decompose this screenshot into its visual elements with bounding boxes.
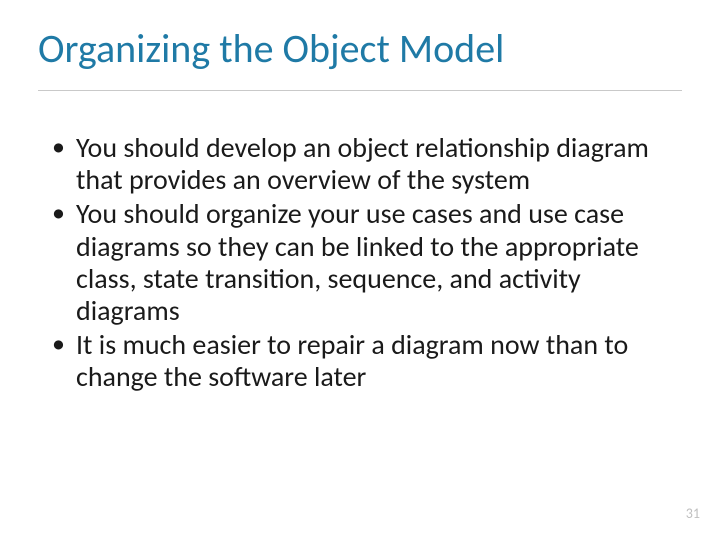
page-number: 31 (686, 505, 700, 522)
list-item: You should organize your use cases and u… (48, 198, 666, 327)
list-item: It is much easier to repair a diagram no… (48, 329, 666, 393)
slide: Organizing the Object Model You should d… (0, 0, 720, 540)
slide-title: Organizing the Object Model (38, 28, 682, 70)
title-underline (38, 90, 682, 91)
bullet-list: You should develop an object relationshi… (48, 132, 666, 394)
list-item: You should develop an object relationshi… (48, 132, 666, 196)
slide-body: You should develop an object relationshi… (48, 132, 666, 396)
